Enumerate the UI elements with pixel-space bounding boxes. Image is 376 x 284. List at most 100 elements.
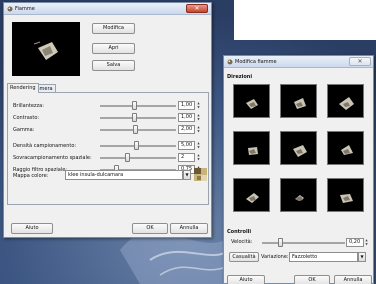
variation-thumbnail[interactable] xyxy=(280,178,317,212)
setting-stepper[interactable]: ▲▼ xyxy=(196,113,201,122)
speed-slider-thumb[interactable] xyxy=(278,238,283,247)
colormap-dropdown-button[interactable]: ▼ xyxy=(183,170,191,180)
chevron-down-icon: ▼ xyxy=(197,117,200,121)
ok-button-label: OK xyxy=(308,277,316,283)
flame-dialog-titlebar[interactable]: Fiamme ✕ xyxy=(4,3,211,15)
variation-thumbnail[interactable] xyxy=(327,84,364,118)
chevron-down-icon: ▼ xyxy=(197,105,200,109)
setting-slider-thumb[interactable] xyxy=(134,141,140,150)
help-button-label: Aiuto xyxy=(239,277,253,283)
variation-thumbnail[interactable] xyxy=(280,131,317,165)
close-icon: ✕ xyxy=(194,5,200,12)
flame-thumbnail-image xyxy=(246,99,258,109)
tab-rendering-label: Rendering xyxy=(10,85,36,91)
setting-value-input[interactable]: 1,00 xyxy=(178,113,195,122)
controls-heading: Controlli xyxy=(227,229,252,235)
chevron-down-icon: ▼ xyxy=(360,254,364,259)
setting-value-input[interactable]: 5,00 xyxy=(178,141,195,150)
chevron-down-icon: ▼ xyxy=(185,172,189,177)
flame-thumbnail-image xyxy=(294,98,306,109)
setting-value-input[interactable]: 2,00 xyxy=(178,125,195,134)
setting-value: 1,00 xyxy=(181,114,193,120)
speed-input[interactable]: 0,20 xyxy=(346,238,364,247)
setting-stepper[interactable]: ▲▼ xyxy=(196,153,201,162)
setting-value-input[interactable]: 2 xyxy=(178,153,195,162)
setting-value: 1,00 xyxy=(181,102,193,108)
variation-thumbnail[interactable] xyxy=(327,178,364,212)
setting-slider-thumb[interactable] xyxy=(131,113,137,122)
colormap-value: klee insula-dulcamara xyxy=(68,172,124,178)
flame-thumbnail-image xyxy=(248,147,258,155)
variation-dropdown-button[interactable]: ▼ xyxy=(358,252,366,262)
ok-button[interactable]: OK xyxy=(294,275,330,284)
close-icon: ✕ xyxy=(357,58,363,65)
edit-flames-titlebar[interactable]: Modifica fiamme ✕ xyxy=(224,56,373,68)
setting-stepper[interactable]: ▲▼ xyxy=(196,125,201,134)
help-button[interactable]: Aiuto xyxy=(227,275,265,284)
variation-thumbnail[interactable] xyxy=(233,131,270,165)
setting-slider-track[interactable] xyxy=(100,157,176,159)
help-button[interactable]: Aiuto xyxy=(11,223,53,234)
speed-slider-track[interactable] xyxy=(262,242,345,244)
chevron-down-icon: ▼ xyxy=(197,145,200,149)
save-button[interactable]: Salva xyxy=(92,60,135,71)
variation-value: Fazzoletto xyxy=(292,254,318,260)
colormap-select[interactable]: klee insula-dulcamara xyxy=(65,170,183,180)
cancel-button-label: Annulla xyxy=(343,277,363,283)
setting-stepper[interactable]: ▲▼ xyxy=(196,101,201,110)
rendering-panel: Brillantezza: 1,00 ▲ ▼ Contrasto: 1,00 ▲ ▼ Gamma… xyxy=(7,92,209,205)
close-button[interactable]: ✕ xyxy=(186,4,208,13)
setting-slider-thumb[interactable] xyxy=(124,153,130,162)
setting-label: Contrasto: xyxy=(13,115,40,121)
setting-slider-thumb[interactable] xyxy=(131,101,137,110)
cancel-button[interactable]: Annulla xyxy=(170,223,208,234)
gimp-icon xyxy=(227,59,233,65)
variation-label: Variazione: xyxy=(261,254,289,260)
flame-dialog-title: Fiamme xyxy=(15,6,35,12)
chevron-down-icon: ▼ xyxy=(197,157,200,161)
setting-label: Densità campionamento: xyxy=(13,143,77,149)
setting-value-input[interactable]: 1,00 xyxy=(178,101,195,110)
directions-heading: Direzioni xyxy=(227,74,253,80)
cancel-button-label: Annulla xyxy=(179,225,199,231)
variation-thumbnail[interactable] xyxy=(233,178,270,212)
variation-thumbnail[interactable] xyxy=(327,131,364,165)
variation-thumbnail[interactable] xyxy=(280,84,317,118)
close-button[interactable]: ✕ xyxy=(349,57,371,66)
variation-select[interactable]: Fazzoletto xyxy=(289,252,358,262)
setting-label: Brillantezza: xyxy=(13,103,44,109)
speed-value: 0,20 xyxy=(349,239,361,245)
save-button-label: Salva xyxy=(106,62,121,68)
flame-dialog: Fiamme ✕ Modifica Apri Salva Rendering C… xyxy=(3,2,212,238)
setting-slider-track[interactable] xyxy=(100,105,176,107)
help-button-label: Aiuto xyxy=(25,225,39,231)
random-button[interactable]: Casualità xyxy=(229,252,259,262)
edit-flames-title: Modifica fiamme xyxy=(235,59,277,65)
setting-value: 2,00 xyxy=(181,126,193,132)
setting-slider-track[interactable] xyxy=(100,117,176,119)
edit-button-label: Modifica xyxy=(103,25,124,31)
setting-stepper[interactable]: ▲▼ xyxy=(196,141,201,150)
edit-button[interactable]: Modifica xyxy=(92,23,135,34)
cancel-button[interactable]: Annulla xyxy=(334,275,372,284)
flame-preview-image xyxy=(33,41,58,60)
speed-stepper[interactable]: ▲ ▼ xyxy=(364,238,369,247)
flame-thumbnail-image xyxy=(293,145,307,157)
chevron-down-icon: ▼ xyxy=(197,129,200,133)
speed-label: Velocità: xyxy=(231,239,253,245)
setting-label: Gamma: xyxy=(13,127,35,133)
flame-thumbnail-image xyxy=(341,145,353,155)
open-button[interactable]: Apri xyxy=(92,43,135,54)
setting-slider-track[interactable] xyxy=(100,129,176,131)
random-button-label: Casualità xyxy=(232,254,256,260)
flame-thumbnail-image xyxy=(340,194,353,203)
colormap-swatch xyxy=(194,168,207,181)
flame-thumbnail-image xyxy=(339,97,354,110)
setting-slider-thumb[interactable] xyxy=(132,125,138,134)
ok-button-label: OK xyxy=(146,225,154,231)
open-button-label: Apri xyxy=(108,45,119,51)
tab-rendering[interactable]: Rendering xyxy=(7,83,39,93)
variation-thumbnail[interactable] xyxy=(233,84,270,118)
ok-button[interactable]: OK xyxy=(132,223,168,234)
setting-value: 2 xyxy=(181,154,185,160)
